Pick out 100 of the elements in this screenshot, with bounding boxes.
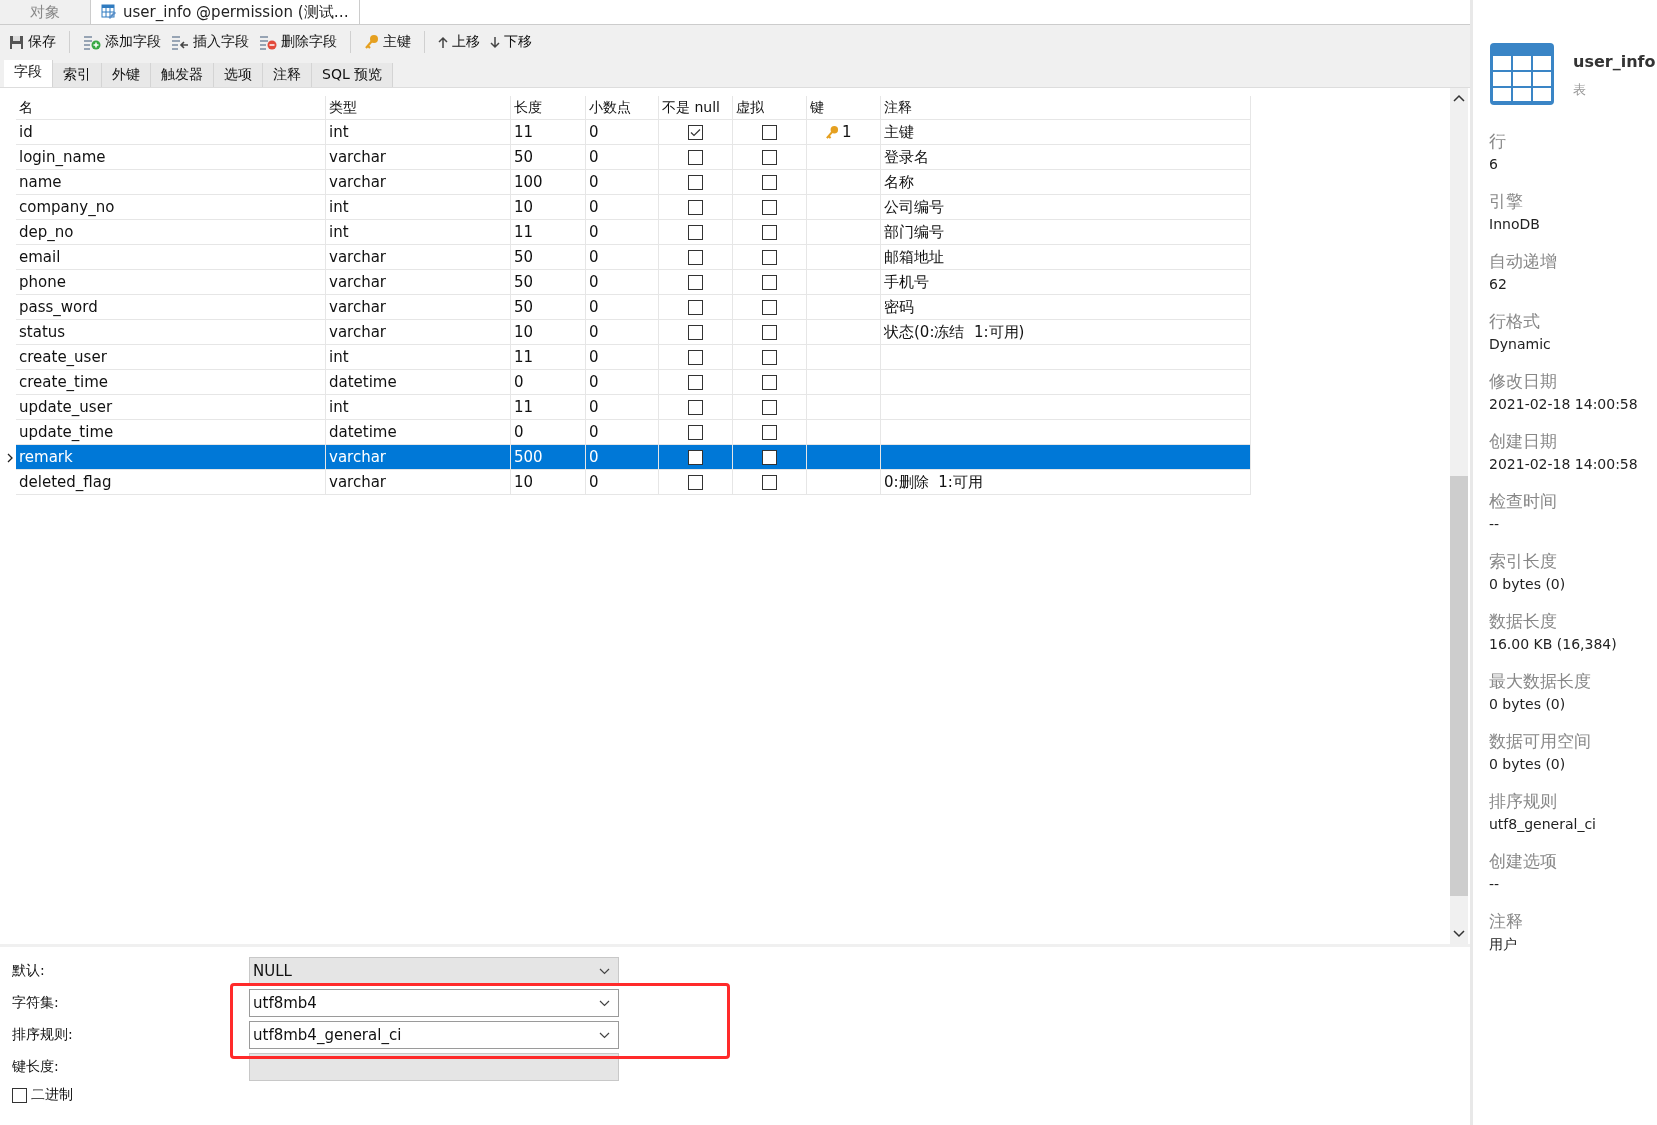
checkbox[interactable] (762, 274, 777, 290)
insert-button[interactable]: 插入字段 (168, 31, 252, 53)
column-header: 小数点 (586, 96, 659, 120)
table-row[interactable]: dep_no int 11 0 部门编号 (16, 220, 1251, 245)
table-cell: create_time (16, 370, 326, 395)
chevron-down-icon (599, 999, 610, 1007)
key-button[interactable]: 主键 (361, 31, 414, 53)
up-button[interactable]: 上移 (435, 31, 483, 53)
scroll-up-icon[interactable] (1453, 94, 1465, 102)
field-add-icon (83, 34, 101, 50)
checkbox[interactable] (688, 449, 703, 465)
table-cell: email (16, 245, 326, 270)
checkbox[interactable] (762, 149, 777, 165)
checkbox[interactable] (688, 399, 703, 415)
table-cell: 0 (586, 245, 659, 270)
checkbox[interactable] (12, 1087, 27, 1103)
checkbox[interactable] (688, 349, 703, 365)
dropdown-field[interactable]: utf8mb4 (249, 989, 619, 1017)
checkbox[interactable] (688, 149, 703, 165)
checkbox[interactable] (688, 474, 703, 490)
property-value: 2021-02-18 14:00:58 (1489, 396, 1639, 412)
checkbox[interactable] (762, 249, 777, 265)
checkbox[interactable] (762, 349, 777, 365)
table-cell: 0 (511, 370, 586, 395)
dropdown-field[interactable]: utf8mb4_general_ci (249, 1021, 619, 1049)
table-row[interactable]: pass_word varchar 50 0 密码 (16, 295, 1251, 320)
table-cell: 500 (511, 445, 586, 470)
tab[interactable]: 索引 (53, 63, 102, 87)
table-row[interactable]: company_no int 10 0 公司编号 (16, 195, 1251, 220)
checkbox[interactable] (762, 224, 777, 240)
checkbox[interactable] (762, 424, 777, 440)
column-header: 虚拟 (733, 96, 807, 120)
field-delete-icon (259, 34, 277, 50)
table-row[interactable]: email varchar 50 0 邮箱地址 (16, 245, 1251, 270)
table-row[interactable]: phone varchar 50 0 手机号 (16, 270, 1251, 295)
property-label: 检查时间 (1489, 490, 1558, 513)
field-label: 字符集: (12, 994, 60, 1012)
table-cell: 部门编号 (884, 222, 944, 242)
add-button[interactable]: 添加字段 (80, 31, 164, 53)
table-row[interactable]: create_time datetime 0 0 (16, 370, 1251, 395)
table-cell: 11 (511, 345, 586, 370)
table-row[interactable]: update_user int 11 0 (16, 395, 1251, 420)
checkbox[interactable] (688, 424, 703, 440)
tab[interactable]: 外键 (102, 63, 151, 87)
table-cell: create_user (16, 345, 326, 370)
checkbox[interactable] (762, 474, 777, 490)
column-header: 注释 (881, 96, 1251, 120)
checkbox[interactable] (688, 274, 703, 290)
tab[interactable]: 选项 (214, 63, 263, 87)
table-row[interactable]: login_name varchar 50 0 登录名 (16, 145, 1251, 170)
scroll-down-icon[interactable] (1453, 930, 1465, 938)
checkbox[interactable] (688, 124, 703, 140)
property-label: 索引长度 (1489, 550, 1558, 573)
checkbox[interactable] (688, 374, 703, 390)
save-button[interactable]: 保存 (6, 31, 59, 53)
checkbox[interactable] (762, 399, 777, 415)
table-row[interactable]: name varchar 100 0 名称 (16, 170, 1251, 195)
checkbox[interactable] (762, 374, 777, 390)
checkbox[interactable] (762, 449, 777, 465)
property-value: -- (1489, 516, 1501, 532)
tab[interactable]: SQL 预览 (312, 63, 394, 87)
table-cell: company_no (16, 195, 326, 220)
table-cell: pass_word (16, 295, 326, 320)
table-row[interactable]: create_user int 11 0 (16, 345, 1251, 370)
scrollbar-thumb[interactable] (1450, 476, 1468, 896)
tab[interactable]: 触发器 (151, 63, 214, 87)
checkbox[interactable] (688, 199, 703, 215)
checkbox[interactable] (762, 174, 777, 190)
table-row[interactable]: status varchar 10 0 状态(0:冻结 1:可用) (16, 320, 1251, 345)
property-label: 引擎 (1489, 190, 1524, 213)
property-value: utf8_general_ci (1489, 816, 1597, 832)
checkbox[interactable] (688, 174, 703, 190)
table-row[interactable]: id int 11 0 1 主键 (16, 120, 1251, 145)
table-cell: deleted_flag (16, 470, 326, 495)
checkbox[interactable] (762, 199, 777, 215)
tab[interactable]: 字段 (4, 60, 53, 87)
tab[interactable]: 注释 (263, 63, 312, 87)
table-cell: 手机号 (884, 272, 929, 292)
table-cell: 0 (586, 145, 659, 170)
checkbox[interactable] (762, 124, 777, 140)
checkbox[interactable] (688, 249, 703, 265)
table-cell: 0 (586, 320, 659, 345)
down-button[interactable]: 下移 (487, 31, 535, 53)
table-cell: 11 (511, 220, 586, 245)
checkbox[interactable] (688, 299, 703, 315)
column-header: 类型 (326, 96, 511, 120)
checkbox[interactable] (762, 324, 777, 340)
delete-button[interactable]: 删除字段 (256, 31, 340, 53)
vertical-scrollbar[interactable] (1450, 88, 1468, 944)
checkbox[interactable] (762, 299, 777, 315)
checkbox[interactable] (688, 224, 703, 240)
field-label: 默认: (12, 962, 46, 980)
checkbox-label: 二进制 (31, 1086, 73, 1104)
table-row[interactable]: deleted_flag varchar 10 0 0:删除 1:可用 (16, 470, 1251, 495)
table-cell: 0 (586, 170, 659, 195)
checkbox[interactable] (688, 324, 703, 340)
property-label: 行格式 (1489, 310, 1541, 333)
table-cell: varchar (326, 145, 511, 170)
column-header: 长度 (511, 96, 586, 120)
property-label: 排序规则 (1489, 790, 1558, 813)
